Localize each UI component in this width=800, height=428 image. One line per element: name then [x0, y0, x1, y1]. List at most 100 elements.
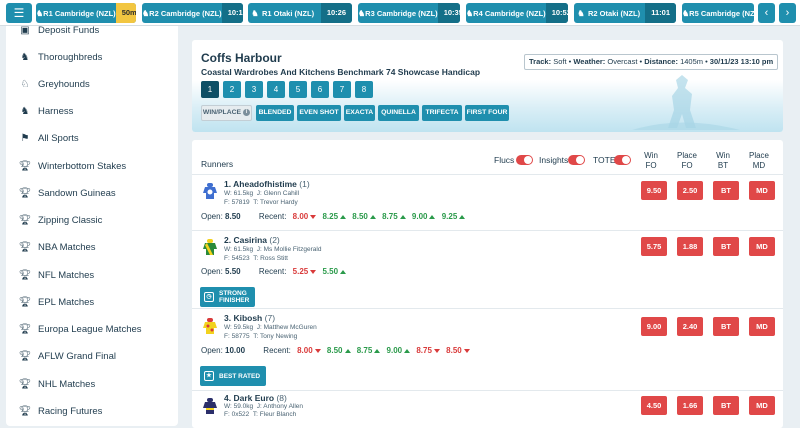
race-number-3[interactable]: 3 — [245, 81, 263, 98]
arrow-up-icon — [429, 214, 436, 219]
place-md-button[interactable]: MD — [749, 396, 775, 415]
tab-first-four[interactable]: FIRST FOUR — [465, 105, 509, 121]
win-fo-button[interactable]: 9.50 — [641, 181, 667, 200]
win-fo-button[interactable]: 5.75 — [641, 237, 667, 256]
runner-name[interactable]: 2. Casirina (2) — [224, 235, 280, 245]
tab-trifecta[interactable]: TRIFECTA — [422, 105, 462, 121]
race-number-5[interactable]: 5 — [289, 81, 307, 98]
jockey-silhouette-icon — [632, 75, 740, 130]
win-bt-button[interactable]: BT — [713, 181, 739, 200]
jockey-silk-icon — [203, 239, 217, 255]
tab-quinella[interactable]: QUINELLA — [378, 105, 419, 121]
sidebar-item-sandown-guineas[interactable]: 🏆︎ Sandown Guineas — [18, 184, 116, 202]
sidebar-item-europa-league-matches[interactable]: 🏆︎ Europa League Matches — [18, 320, 142, 338]
prev-races-button[interactable]: ‹ — [758, 3, 775, 23]
place-md-button[interactable]: MD — [749, 181, 775, 200]
next-race-pill-3[interactable]: ♞ R1 Otaki (NZL) 10:26 — [248, 3, 352, 23]
tab-blended[interactable]: BLENDED — [256, 105, 294, 121]
col-head-place-fo: Place FO — [676, 151, 697, 170]
arrow-up-icon — [344, 348, 351, 353]
horse-icon: ♞ — [142, 8, 150, 18]
next-race-pill-4[interactable]: ♞ R3 Cambridge (NZL) 10:35 — [358, 3, 460, 23]
greyhound-icon: ♘ — [20, 78, 30, 90]
tab-exacta[interactable]: EXACTA — [344, 105, 375, 121]
sidebar-item-nfl-matches[interactable]: 🏆︎ NFL Matches — [18, 266, 95, 284]
jockey-silk-icon — [203, 398, 217, 414]
race-number-1[interactable]: 1 — [201, 81, 219, 98]
sidebar-item-zipping-classic[interactable]: 🏆︎ Zipping Classic — [18, 211, 103, 229]
win-bt-button[interactable]: BT — [713, 317, 739, 336]
race-number-2[interactable]: 2 — [223, 81, 241, 98]
sidebar-item-greyhounds[interactable]: ♘ Greyhounds — [18, 75, 90, 93]
info-icon: i — [243, 108, 251, 116]
arrow-up-icon — [404, 348, 411, 353]
sidebar-item-epl-matches[interactable]: 🏆︎ EPL Matches — [18, 293, 95, 311]
venue-title: Coffs Harbour — [201, 51, 282, 65]
runner-form-trainer: F: 58775 T: Tony Newing — [224, 333, 298, 340]
horse-icon: ♞ — [358, 8, 366, 18]
race-number-8[interactable]: 8 — [355, 81, 373, 98]
arrow-down-icon — [463, 348, 470, 353]
win-bt-button[interactable]: BT — [713, 396, 739, 415]
odds-fluctuations: Open: 8.50 Recent: 8.00 8.25 8.50 8.75 9… — [201, 212, 466, 221]
place-fo-button[interactable]: 1.88 — [677, 237, 703, 256]
runner-form-trainer: F: 57819 T: Trevor Hardy — [224, 199, 298, 206]
runner-form-trainer: F: 54523 T: Ross Stitt — [224, 255, 288, 262]
place-fo-button[interactable]: 2.40 — [677, 317, 703, 336]
place-fo-button[interactable]: 2.50 — [677, 181, 703, 200]
chevron-right-icon: › — [785, 7, 790, 19]
trophy-icon: 🏆︎ — [18, 160, 32, 172]
sidebar-item-aflw-grand-final[interactable]: 🏆︎ AFLW Grand Final — [18, 347, 116, 365]
sidebar-item-racing-futures[interactable]: 🏆︎ Racing Futures — [18, 402, 103, 420]
wallet-icon: ▣ — [20, 24, 30, 36]
sidebar-item-all-sports[interactable]: ⚑ All Sports — [18, 129, 79, 147]
runner-name[interactable]: 1. Aheadofhistime (1) — [224, 179, 310, 189]
runner-row: 3. Kibosh (7) W: 59.5kg J: Matthew McGur… — [192, 308, 783, 390]
race-number-6[interactable]: 6 — [311, 81, 329, 98]
win-fo-button[interactable]: 4.50 — [641, 396, 667, 415]
trophy-icon: 🏆︎ — [18, 378, 32, 390]
next-race-pill-6[interactable]: ♞ R2 Otaki (NZL) 11:01 — [574, 3, 676, 23]
next-race-pill-5[interactable]: ♞ R4 Cambridge (NZL) 10:52 — [466, 3, 568, 23]
arrow-up-icon — [369, 214, 376, 219]
race-number-4[interactable]: 4 — [267, 81, 285, 98]
tab-win-place[interactable]: WIN/PLACE i — [201, 105, 252, 121]
race-number-7[interactable]: 7 — [333, 81, 351, 98]
runner-name[interactable]: 3. Kibosh (7) — [224, 313, 275, 323]
sidebar-item-harness[interactable]: ♞ Harness — [18, 102, 74, 120]
odds-fluctuations: Open: 5.50 Recent: 5.25 5.50 — [201, 267, 347, 276]
trophy-icon: 🏆︎ — [18, 323, 32, 335]
next-race-pill-7[interactable]: ♞ R5 Cambridge (NZL) — [682, 3, 754, 23]
next-races-button[interactable]: › — [779, 3, 796, 23]
win-bt-button[interactable]: BT — [713, 237, 739, 256]
arrow-down-icon — [433, 348, 440, 353]
next-race-pill-1[interactable]: ♞ R1 Cambridge (NZL) 50m — [36, 3, 136, 23]
arrow-up-icon — [459, 214, 466, 219]
place-md-button[interactable]: MD — [749, 317, 775, 336]
sidebar-item-winterbottom-stakes[interactable]: 🏆︎ Winterbottom Stakes — [18, 157, 127, 175]
sidebar-item-nhl-matches[interactable]: 🏆︎ NHL Matches — [18, 375, 96, 393]
place-fo-button[interactable]: 1.66 — [677, 396, 703, 415]
sidebar-item-thoroughbreds[interactable]: ♞ Thoroughbreds — [18, 48, 103, 66]
horse-icon: ♞ — [682, 8, 690, 18]
win-fo-button[interactable]: 9.00 — [641, 317, 667, 336]
trophy-icon: 🏆︎ — [18, 405, 32, 417]
race-conditions-box: Track: Soft • Weather: Overcast • Distan… — [524, 54, 778, 70]
col-head-win-bt: Win BT — [716, 151, 730, 170]
flucs-toggle[interactable] — [516, 155, 533, 165]
place-md-button[interactable]: MD — [749, 237, 775, 256]
next-race-pill-2[interactable]: ♞ R2 Cambridge (NZL) 10:18 — [142, 3, 243, 23]
runners-panel: Runners Flucs Insights TOTE Win FO Place F… — [192, 140, 783, 428]
horse-icon: ♞ — [466, 8, 474, 18]
runner-name[interactable]: 4. Dark Euro (8) — [224, 393, 287, 403]
sports-icon: ⚑ — [20, 132, 30, 144]
jockey-silk-icon — [203, 318, 217, 334]
tote-toggle[interactable] — [614, 155, 631, 165]
tab-even-shot[interactable]: EVEN SHOT — [297, 105, 341, 121]
odds-fluctuations: Open: 10.00 Recent: 8.00 8.50 8.75 9.00 … — [201, 346, 470, 355]
menu-toggle-button[interactable]: ☰ — [6, 3, 32, 23]
insights-toggle[interactable] — [568, 155, 585, 165]
sidebar-item-deposit-funds[interactable]: ▣ Deposit Funds — [18, 21, 99, 39]
runner-weight-jockey: W: 59.0kg J: Anthony Allen — [224, 403, 304, 410]
sidebar-item-nba-matches[interactable]: 🏆︎ NBA Matches — [18, 238, 96, 256]
